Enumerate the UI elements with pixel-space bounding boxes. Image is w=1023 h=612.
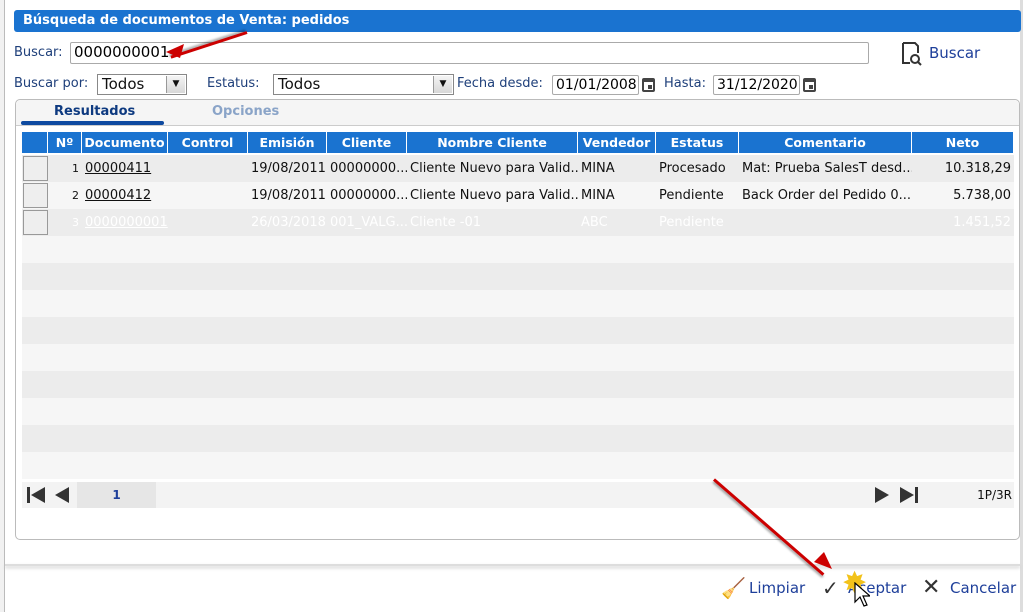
- tab-opciones[interactable]: Opciones: [212, 104, 279, 119]
- buscar-por-label: Buscar por:: [14, 76, 89, 91]
- arrow-head-icon: [814, 552, 832, 569]
- dialog-title: Búsqueda de documentos de Venta: pedidos: [14, 10, 1021, 32]
- cell-cliente: 00000000...: [330, 161, 407, 176]
- empty-row: [22, 344, 1014, 371]
- column-header-emision[interactable]: Emisión: [248, 132, 327, 153]
- tab-strip: [16, 100, 1019, 126]
- cell-documento[interactable]: 00000411: [82, 155, 168, 182]
- cell-n: 3: [72, 216, 79, 229]
- buscar-por-value: Todos: [102, 75, 145, 93]
- empty-row: [22, 290, 1014, 317]
- cell-n: 2: [72, 189, 79, 202]
- hasta-label: Hasta:: [664, 76, 706, 91]
- column-header-control[interactable]: Control: [168, 132, 248, 153]
- column-header-n[interactable]: Nº: [48, 132, 82, 153]
- empty-row: [22, 398, 1014, 425]
- check-icon[interactable]: ✓: [822, 576, 839, 600]
- estatus-label: Estatus:: [207, 76, 260, 91]
- estatus-value: Todos: [278, 75, 321, 93]
- pager-bar: [22, 482, 1014, 508]
- estatus-select[interactable]: Todos ▼: [273, 74, 454, 95]
- cell-nombre: Cliente -01: [410, 215, 481, 230]
- row-checkbox[interactable]: [23, 156, 48, 181]
- cell-neto: 10.318,29: [944, 161, 1011, 176]
- cell-vendedor: ABC: [581, 215, 608, 230]
- next-page-icon[interactable]: [874, 486, 890, 504]
- tab-resultados[interactable]: Resultados: [54, 104, 135, 119]
- cell-neto: 1.451,52: [953, 215, 1011, 230]
- cell-estatus: Pendiente: [659, 188, 724, 203]
- cell-cliente: 001_VALG...: [330, 215, 407, 230]
- column-header-vendedor[interactable]: Vendedor: [578, 132, 656, 153]
- table-row[interactable]: 1 00000411 19/08/2011 00000000... Cliente Nu…: [22, 155, 1014, 182]
- cell-control: [168, 182, 248, 209]
- cell-nombre: Cliente Nuevo para Valid...: [410, 161, 578, 176]
- broom-icon[interactable]: 🧹: [721, 576, 746, 600]
- column-header-cliente[interactable]: Cliente: [327, 132, 407, 153]
- cell-control: [168, 155, 248, 182]
- arrow-head-icon: [166, 44, 184, 58]
- calendar-icon[interactable]: [803, 78, 816, 92]
- cell-emision: 19/08/2011: [251, 161, 326, 176]
- empty-row: [22, 263, 1014, 290]
- column-header-neto[interactable]: Neto: [912, 132, 1014, 153]
- prev-page-icon[interactable]: [54, 486, 70, 504]
- search-button[interactable]: Buscar: [929, 44, 980, 62]
- first-page-icon[interactable]: [26, 486, 46, 504]
- limpiar-button[interactable]: Limpiar: [749, 579, 805, 597]
- row-checkbox[interactable]: [23, 210, 48, 235]
- pager: 1 1P/3R: [22, 482, 1014, 508]
- active-tab-indicator: [21, 121, 164, 125]
- cell-comentario: Mat: Prueba SalesT desd...: [742, 161, 912, 176]
- buscar-por-select[interactable]: Todos ▼: [97, 74, 187, 95]
- last-page-icon[interactable]: [899, 486, 919, 504]
- background-window-edge: [0, 0, 5, 612]
- table-row[interactable]: 3 0000000001 26/03/2018 001_VALG... Cliente …: [22, 209, 1014, 236]
- row-checkbox[interactable]: [23, 183, 48, 208]
- cell-neto: 5.738,00: [953, 188, 1011, 203]
- column-header-estatus[interactable]: Estatus: [656, 132, 739, 153]
- pager-summary: 1P/3R: [977, 488, 1012, 502]
- empty-row: [22, 452, 1014, 479]
- empty-row: [22, 317, 1014, 344]
- empty-row: [22, 425, 1014, 452]
- chevron-down-icon: ▼: [433, 76, 452, 93]
- cell-cliente: 00000000...: [330, 188, 407, 203]
- search-label: Buscar:: [14, 45, 63, 60]
- fecha-desde-input[interactable]: 01/01/2008: [552, 75, 639, 95]
- cell-estatus: Pendiente: [659, 215, 724, 230]
- fecha-desde-label: Fecha desde:: [457, 76, 543, 91]
- cell-documento[interactable]: 0000000001: [82, 209, 168, 236]
- column-header-nombre[interactable]: Nombre Cliente: [407, 132, 578, 153]
- table-row[interactable]: 2 00000412 19/08/2011 00000000... Cliente Nu…: [22, 182, 1014, 209]
- chevron-down-icon: ▼: [166, 76, 185, 93]
- search-input[interactable]: 0000000001: [70, 42, 869, 64]
- cell-estatus: Procesado: [659, 161, 726, 176]
- search-doc-icon[interactable]: [900, 41, 924, 67]
- empty-row: [22, 236, 1014, 263]
- column-header-documento[interactable]: Documento: [82, 132, 168, 153]
- hasta-input[interactable]: 31/12/2020: [713, 75, 800, 95]
- cell-vendedor: MINA: [581, 188, 615, 203]
- close-icon[interactable]: ✕: [922, 575, 940, 600]
- page-number[interactable]: 1: [77, 482, 156, 508]
- footer-separator: [5, 564, 1020, 566]
- cell-nombre: Cliente Nuevo para Valid...: [410, 188, 578, 203]
- column-header-comentario[interactable]: Comentario: [739, 132, 912, 153]
- cell-control: [168, 209, 248, 236]
- cancelar-button[interactable]: Cancelar: [950, 579, 1016, 597]
- mouse-cursor-icon: [854, 582, 870, 607]
- header-select-all[interactable]: [22, 132, 48, 153]
- calendar-icon[interactable]: [642, 78, 655, 92]
- empty-row: [22, 371, 1014, 398]
- cell-vendedor: MINA: [581, 161, 615, 176]
- cell-documento[interactable]: 00000412: [82, 182, 168, 209]
- cell-emision: 19/08/2011: [251, 188, 326, 203]
- cell-comentario: Back Order del Pedido 0...: [742, 188, 912, 203]
- cell-emision: 26/03/2018: [251, 215, 326, 230]
- cell-n: 1: [72, 162, 79, 175]
- cell-comentario: [739, 209, 912, 236]
